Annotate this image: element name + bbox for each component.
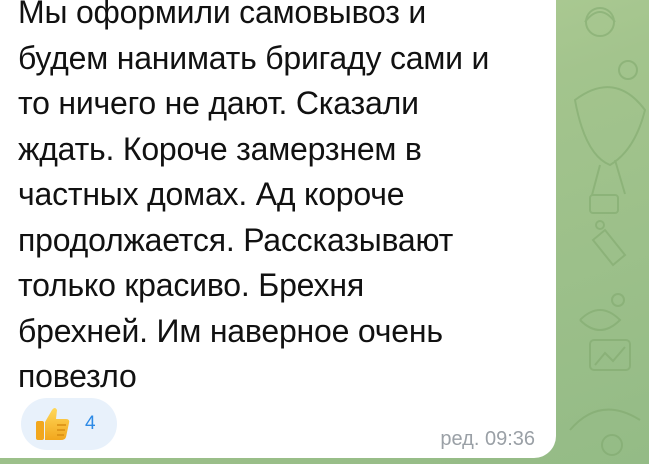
reaction-count: 4 bbox=[85, 413, 96, 434]
message-edited-timestamp: ред. 09:36 bbox=[440, 428, 535, 450]
thumbs-up-icon bbox=[36, 408, 70, 440]
reaction-thumbs-up[interactable]: 4 bbox=[21, 398, 117, 450]
message-text: Мы оформили самовывоз и будем нанимать б… bbox=[18, 0, 490, 394]
